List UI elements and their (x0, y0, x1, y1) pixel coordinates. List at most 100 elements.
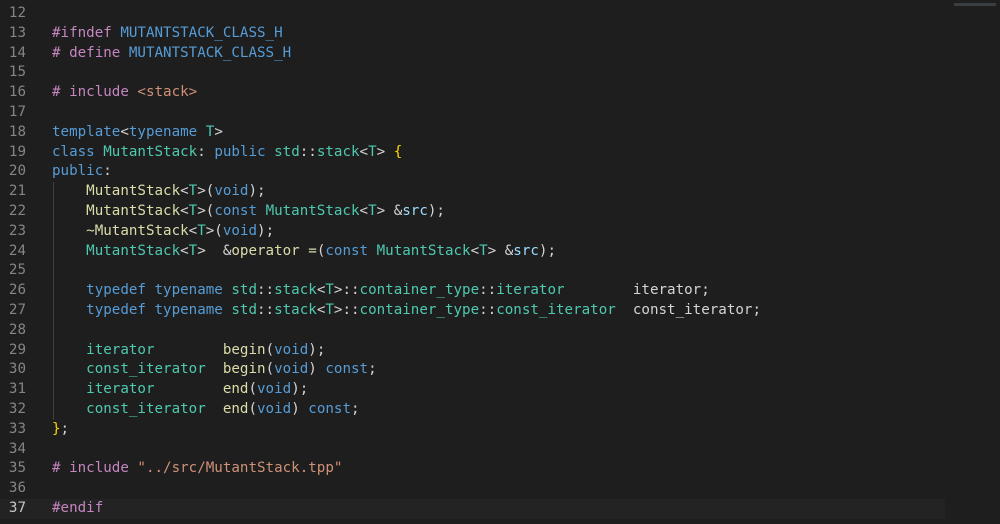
code-line[interactable]: 29 iterator begin(void); (0, 341, 945, 361)
line-number: 22 (8, 203, 26, 219)
code-line[interactable]: 32 const_iterator end(void) const; (0, 400, 945, 420)
code-line[interactable]: 25 (0, 261, 945, 281)
code-token: :: (479, 302, 497, 318)
code-line[interactable]: 15 (0, 63, 945, 83)
code-token: T (479, 242, 488, 259)
code-line[interactable]: 17 (0, 103, 945, 123)
minimap-indicator[interactable] (954, 3, 996, 6)
code-token: typename (154, 302, 232, 318)
code-line[interactable]: 31 iterator end(void); (0, 380, 945, 400)
line-number: 32 (8, 401, 26, 417)
code-token: MutantStack (52, 183, 181, 200)
code-token: > & (487, 242, 514, 259)
code-text: ~MutantStack<T>(void); (52, 222, 274, 242)
code-token: typedef (52, 282, 155, 299)
code-token: ; (368, 361, 377, 378)
code-token: end (222, 381, 249, 398)
code-line[interactable]: 18 template<typename T> (0, 123, 945, 143)
code-token: const_iterator; (615, 302, 762, 318)
code-token: ~MutantStack (52, 222, 189, 239)
code-text: class MutantStack: public std::stack<T> … (52, 143, 402, 163)
code-token: ); (308, 341, 326, 358)
code-line[interactable]: 35 # include "../src/MutantStack.tpp" (0, 459, 945, 479)
code-token: end (222, 401, 249, 417)
code-line[interactable]: 20 public: (0, 162, 945, 182)
code-token: > & (376, 203, 403, 219)
code-token: src (513, 242, 539, 259)
code-token: container_type (359, 282, 480, 299)
code-token: void (257, 401, 292, 417)
code-token: void (274, 341, 309, 358)
code-token: < (180, 203, 189, 219)
code-token: ); (538, 242, 557, 259)
code-line[interactable]: 14 # define MUTANTSTACK_CLASS_H (0, 44, 945, 64)
code-text: template<typename T> (52, 123, 223, 143)
line-number: 28 (8, 321, 26, 338)
line-number: 34 (8, 440, 26, 457)
code-token: stack (316, 143, 360, 160)
code-token: > (214, 123, 223, 140)
code-token: typename (154, 282, 232, 299)
code-token: > (376, 143, 394, 160)
line-number: 37 (8, 500, 26, 516)
code-text: MutantStack<T>(void); (52, 182, 265, 202)
code-text: #endif (52, 499, 103, 519)
code-token: ; (351, 401, 360, 417)
code-token: :: (479, 282, 497, 299)
code-token: >:: (333, 282, 360, 299)
code-token: template (52, 123, 121, 140)
line-number: 26 (8, 282, 26, 299)
code-line[interactable]: 27 typedef typename std::stack<T>::conta… (0, 301, 945, 321)
code-line[interactable]: 21 MutantStack<T>(void); (0, 182, 945, 202)
code-line[interactable]: 12 (0, 4, 945, 24)
line-number: 31 (8, 381, 26, 398)
code-text: # include <stack> (52, 83, 197, 103)
code-token: #ifndef (52, 24, 121, 41)
line-number: 14 (8, 44, 26, 61)
line-number: 33 (8, 420, 26, 437)
code-token: typedef (52, 302, 155, 318)
code-token: MutantStack (376, 242, 471, 259)
code-token: ; (60, 420, 70, 437)
code-line[interactable]: 23 ~MutantStack<T>(void); (0, 222, 945, 242)
code-line[interactable]: 37 #endif (0, 499, 945, 519)
code-line[interactable]: 30 const_iterator begin(void) const; (0, 360, 945, 380)
code-text: #ifndef MUTANTSTACK_CLASS_H (52, 24, 283, 44)
code-text: const_iterator end(void) const; (52, 400, 360, 420)
code-token: iterator (52, 381, 155, 398)
code-token: >:: (333, 302, 360, 318)
code-text: typedef typename std::stack<T>::containe… (52, 301, 761, 321)
code-line[interactable]: 36 (0, 479, 945, 499)
code-line[interactable]: 19 class MutantStack: public std::stack<T… (0, 143, 945, 163)
code-token: ) (308, 361, 326, 378)
code-token: iterator (496, 282, 565, 299)
code-token: ) (291, 401, 309, 417)
code-line[interactable]: 28 (0, 321, 945, 341)
code-token: operator = (231, 242, 317, 259)
code-token: T (188, 203, 198, 219)
code-line[interactable]: 26 typedef typename std::stack<T>::conta… (0, 281, 945, 301)
code-line[interactable]: 22 MutantStack<T>(const MutantStack<T> &… (0, 202, 945, 222)
code-line[interactable]: 13 #ifndef MUTANTSTACK_CLASS_H (0, 24, 945, 44)
code-line[interactable]: 16 # include <stack> (0, 83, 945, 103)
line-number: 17 (8, 104, 26, 120)
code-token: std (231, 302, 257, 318)
code-line[interactable]: 24 MutantStack<T> &operator =(const Muta… (0, 242, 945, 262)
code-token: MutantStack (52, 203, 181, 219)
code-token: >( (205, 222, 223, 239)
code-token: void (257, 381, 292, 398)
code-token: container_type (359, 302, 480, 318)
code-token: < (120, 123, 129, 140)
code-editor[interactable]: 12 13 #ifndef MUTANTSTACK_CLASS_H 14 # defin… (0, 0, 1000, 524)
code-line[interactable]: 33}; (0, 420, 945, 440)
code-token: ); (427, 203, 445, 219)
code-token: { (393, 143, 403, 160)
code-token: T (188, 242, 198, 259)
code-line[interactable]: 34 (0, 440, 945, 460)
code-token: # include (52, 460, 138, 477)
code-token: MutantStack (265, 203, 360, 219)
